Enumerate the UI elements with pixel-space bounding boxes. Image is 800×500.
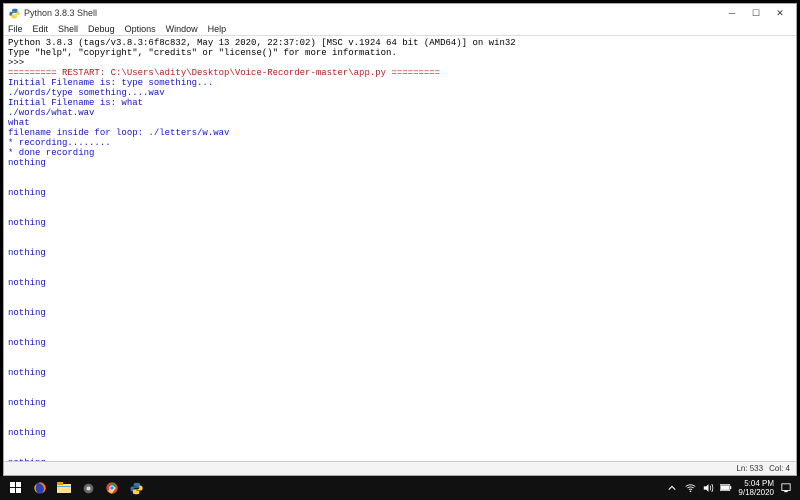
taskbar-file-explorer[interactable] bbox=[52, 478, 76, 498]
console-line bbox=[8, 318, 792, 328]
console-line bbox=[8, 348, 792, 358]
console-line bbox=[8, 448, 792, 458]
minimize-button[interactable]: ─ bbox=[720, 5, 744, 21]
console-line: Initial Filename is: what bbox=[8, 98, 792, 108]
shell-output[interactable]: Python 3.8.3 (tags/v3.8.3:6f8c832, May 1… bbox=[4, 36, 796, 461]
console-line bbox=[8, 228, 792, 238]
console-line: nothing bbox=[8, 188, 792, 198]
taskbar-chrome[interactable] bbox=[100, 478, 124, 498]
console-line bbox=[8, 238, 792, 248]
status-line: Ln: 533 bbox=[736, 464, 763, 473]
console-line bbox=[8, 328, 792, 338]
console-line: nothing bbox=[8, 158, 792, 168]
console-line bbox=[8, 438, 792, 448]
taskbar: 5:04 PM 9/18/2020 bbox=[0, 476, 800, 500]
console-line: Python 3.8.3 (tags/v3.8.3:6f8c832, May 1… bbox=[8, 38, 792, 48]
console-line bbox=[8, 358, 792, 368]
status-bar: Ln: 533 Col: 4 bbox=[4, 461, 796, 475]
window-title: Python 3.8.3 Shell bbox=[24, 8, 97, 18]
menubar: File Edit Shell Debug Options Window Hel… bbox=[4, 22, 796, 36]
console-line: ./words/what.wav bbox=[8, 108, 792, 118]
console-line bbox=[8, 288, 792, 298]
console-line: what bbox=[8, 118, 792, 128]
menu-edit[interactable]: Edit bbox=[33, 24, 49, 34]
console-line bbox=[8, 418, 792, 428]
console-line: nothing bbox=[8, 278, 792, 288]
titlebar[interactable]: Python 3.8.3 Shell ─ ☐ ✕ bbox=[4, 4, 796, 22]
console-line bbox=[8, 388, 792, 398]
menu-file[interactable]: File bbox=[8, 24, 23, 34]
tray-wifi-icon[interactable] bbox=[684, 482, 696, 494]
console-line: nothing bbox=[8, 218, 792, 228]
tray-notifications-icon[interactable] bbox=[780, 482, 792, 494]
console-line: Type "help", "copyright", "credits" or "… bbox=[8, 48, 792, 58]
tray-chevron-icon[interactable] bbox=[666, 482, 678, 494]
maximize-button[interactable]: ☐ bbox=[744, 5, 768, 21]
close-button[interactable]: ✕ bbox=[768, 5, 792, 21]
console-line bbox=[8, 408, 792, 418]
console-line: nothing bbox=[8, 308, 792, 318]
python-icon bbox=[8, 7, 20, 19]
tray-date[interactable]: 9/18/2020 bbox=[738, 488, 774, 497]
status-col: Col: 4 bbox=[769, 464, 790, 473]
console-line bbox=[8, 208, 792, 218]
console-line bbox=[8, 378, 792, 388]
console-line: ========= RESTART: C:\Users\adity\Deskto… bbox=[8, 68, 792, 78]
console-line: * recording........ bbox=[8, 138, 792, 148]
console-line bbox=[8, 258, 792, 268]
tray-time[interactable]: 5:04 PM bbox=[744, 479, 774, 488]
menu-debug[interactable]: Debug bbox=[88, 24, 115, 34]
menu-window[interactable]: Window bbox=[166, 24, 198, 34]
idle-window: Python 3.8.3 Shell ─ ☐ ✕ File Edit Shell… bbox=[3, 3, 797, 476]
console-line bbox=[8, 168, 792, 178]
console-line bbox=[8, 268, 792, 278]
menu-shell[interactable]: Shell bbox=[58, 24, 78, 34]
console-line: * done recording bbox=[8, 148, 792, 158]
tray-volume-icon[interactable] bbox=[702, 482, 714, 494]
console-line: nothing bbox=[8, 458, 792, 461]
taskbar-idle[interactable] bbox=[124, 478, 148, 498]
system-tray: 5:04 PM 9/18/2020 bbox=[666, 479, 796, 497]
console-line: >>> bbox=[8, 58, 792, 68]
console-line: filename inside for loop: ./letters/w.wa… bbox=[8, 128, 792, 138]
console-line bbox=[8, 178, 792, 188]
menu-options[interactable]: Options bbox=[125, 24, 156, 34]
start-button[interactable] bbox=[4, 478, 28, 498]
console-line: nothing bbox=[8, 428, 792, 438]
console-line bbox=[8, 298, 792, 308]
console-line: nothing bbox=[8, 368, 792, 378]
console-line: Initial Filename is: type something... bbox=[8, 78, 792, 88]
console-line: nothing bbox=[8, 248, 792, 258]
console-line: ./words/type something....wav bbox=[8, 88, 792, 98]
tray-battery-icon[interactable] bbox=[720, 482, 732, 494]
console-line bbox=[8, 198, 792, 208]
console-line: nothing bbox=[8, 398, 792, 408]
taskbar-app[interactable] bbox=[76, 478, 100, 498]
menu-help[interactable]: Help bbox=[208, 24, 227, 34]
console-line: nothing bbox=[8, 338, 792, 348]
taskbar-firefox[interactable] bbox=[28, 478, 52, 498]
